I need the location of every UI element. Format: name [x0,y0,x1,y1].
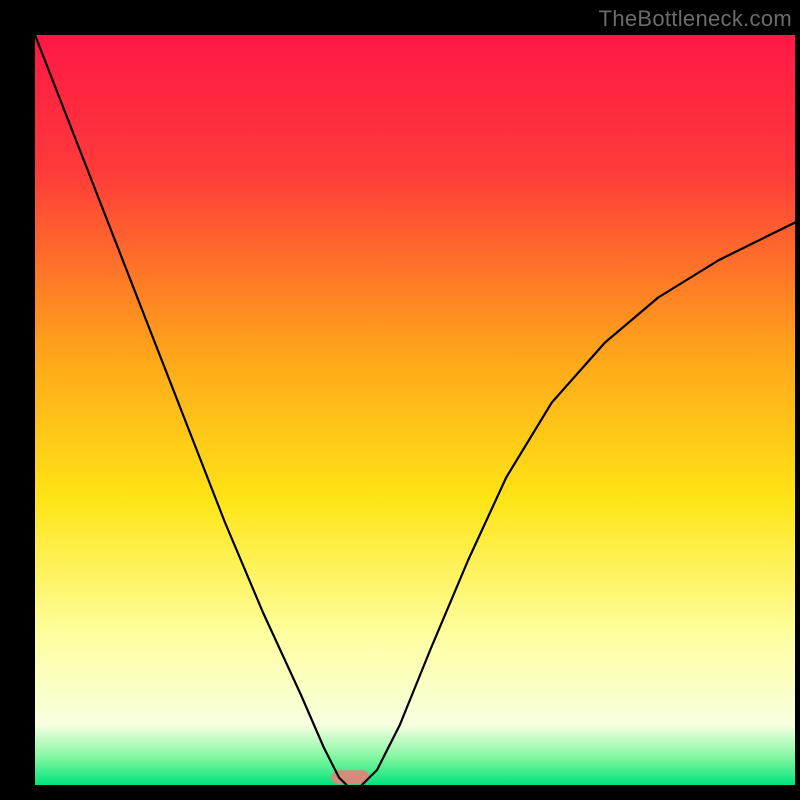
watermark-text: TheBottleneck.com [599,6,792,32]
bottleneck-chart [35,35,795,785]
plot-area [35,35,795,785]
chart-container: TheBottleneck.com [0,0,800,800]
